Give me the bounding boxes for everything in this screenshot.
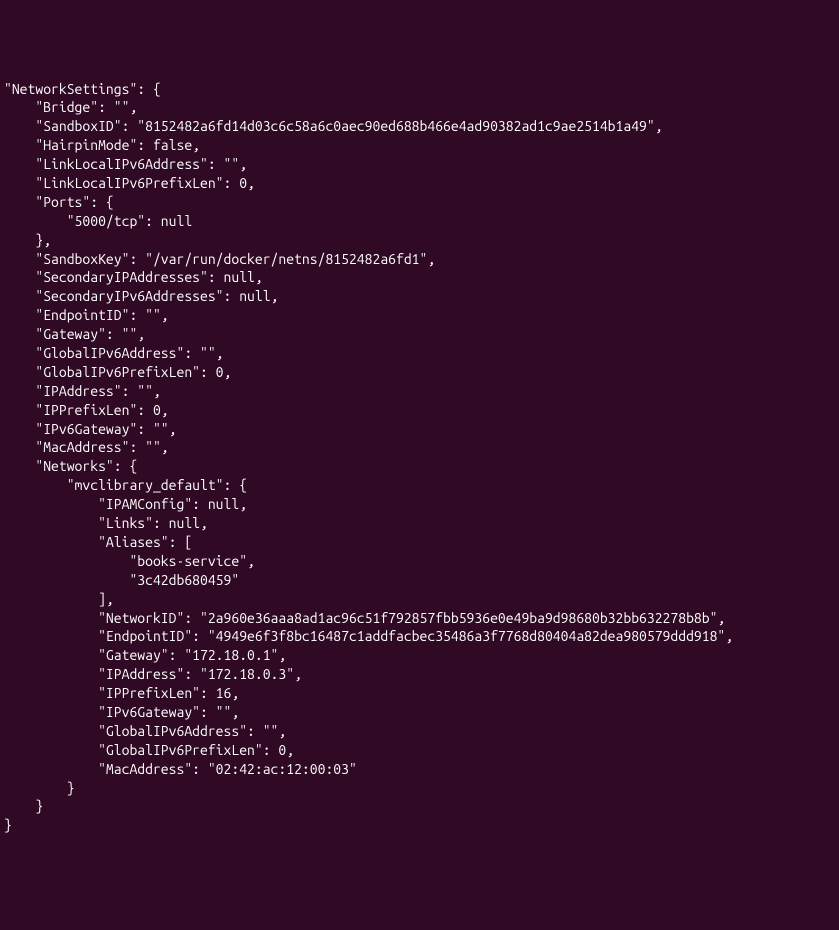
- json-line: "Aliases": [: [4, 534, 192, 550]
- json-line: }: [4, 780, 75, 796]
- json-line: "IPPrefixLen": 0,: [4, 402, 169, 418]
- json-line: "SandboxKey": "/var/run/docker/netns/815…: [4, 251, 435, 267]
- json-line: "LinkLocalIPv6Address": "",: [4, 156, 247, 172]
- json-line: "mvclibrary_default": {: [4, 477, 247, 493]
- json-line: "NetworkSettings": {: [4, 81, 161, 97]
- json-line: ],: [4, 591, 114, 607]
- json-line: "GlobalIPv6PrefixLen": 0,: [4, 364, 231, 380]
- json-line: }: [4, 817, 12, 833]
- json-line: "SecondaryIPAddresses": null,: [4, 269, 263, 285]
- json-line: "Links": null,: [4, 515, 208, 531]
- json-line: "IPPrefixLen": 16,: [4, 685, 239, 701]
- json-line: "EndpointID": "",: [4, 307, 169, 323]
- terminal-output[interactable]: "NetworkSettings": { "Bridge": "", "Sand…: [4, 80, 835, 836]
- json-line: "LinkLocalIPv6PrefixLen": 0,: [4, 175, 255, 191]
- json-line: "GlobalIPv6Address": "",: [4, 345, 224, 361]
- json-line: "IPAddress": "172.18.0.3",: [4, 666, 302, 682]
- json-line: "Ports": {: [4, 194, 114, 210]
- json-line: "MacAddress": "02:42:ac:12:00:03": [4, 761, 357, 777]
- json-line: "SandboxID": "8152482a6fd14d03c6c58a6c0a…: [4, 118, 663, 134]
- json-line: "HairpinMode": false,: [4, 137, 200, 153]
- json-line: "5000/tcp": null: [4, 213, 192, 229]
- json-line: "Gateway": "172.18.0.1",: [4, 647, 286, 663]
- json-line: "Networks": {: [4, 458, 137, 474]
- json-line: "GlobalIPv6PrefixLen": 0,: [4, 742, 294, 758]
- json-line: "EndpointID": "4949e6f3f8bc16487c1addfac…: [4, 628, 733, 644]
- json-line: "3c42db680459": [4, 572, 239, 588]
- json-line: "IPv6Gateway": "",: [4, 421, 176, 437]
- json-line: "Gateway": "",: [4, 326, 145, 342]
- json-line: "IPAddress": "",: [4, 383, 161, 399]
- json-line: "Bridge": "",: [4, 99, 137, 115]
- json-line: "SecondaryIPv6Addresses": null,: [4, 288, 278, 304]
- json-line: },: [4, 232, 51, 248]
- json-line: "IPv6Gateway": "",: [4, 704, 239, 720]
- json-line: "books-service",: [4, 553, 255, 569]
- json-line: "IPAMConfig": null,: [4, 496, 247, 512]
- json-line: }: [4, 798, 43, 814]
- json-line: "MacAddress": "",: [4, 439, 169, 455]
- json-line: "NetworkID": "2a960e36aaa8ad1ac96c51f792…: [4, 610, 725, 626]
- json-line: "GlobalIPv6Address": "",: [4, 723, 286, 739]
